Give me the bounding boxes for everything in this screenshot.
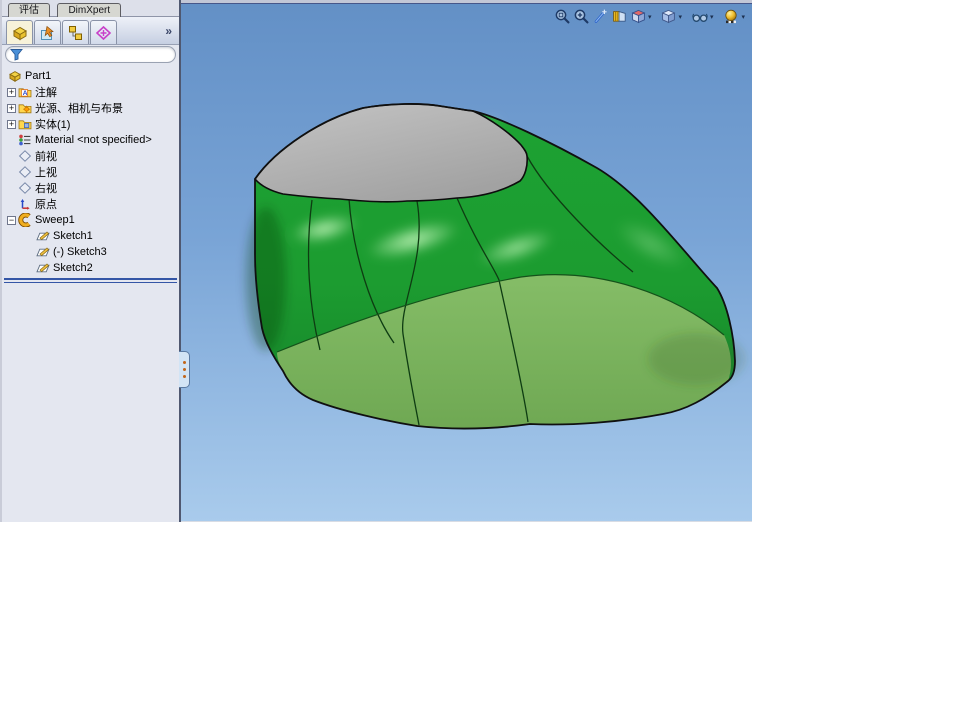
sweep-feature-icon [18, 213, 31, 227]
tree-item-part1[interactable]: Part1 [2, 68, 179, 84]
expand-plus-box[interactable]: + [7, 119, 16, 129]
tree-item-label: 原点 [35, 199, 57, 211]
annotations-folder-icon: A [18, 88, 32, 98]
edit-appearance-button[interactable]: ▾ [721, 8, 746, 25]
tree-item-label: Sketch1 [53, 230, 93, 242]
display-style-button[interactable]: ▾ [659, 8, 683, 25]
zoom-to-fit-icon [555, 9, 570, 24]
configurationmanager-icon [69, 25, 82, 40]
svg-text:A: A [23, 90, 28, 97]
tree-item-lights-cameras-scene[interactable]: + 光源、相机与布景 [2, 100, 179, 116]
graphics-viewport: ▾ ▾ ▾ ▾ [181, 3, 752, 522]
magic-wand-button[interactable] [591, 8, 610, 25]
tree-item-label: 前视 [35, 151, 57, 163]
tab-dimxpert[interactable]: DimXpert [57, 3, 122, 18]
eyeglasses-icon [692, 13, 708, 22]
expand-plus-box[interactable]: + [7, 87, 16, 97]
tree-item-sketch2[interactable]: Sketch2 [2, 260, 179, 276]
tree-item-label: (-) Sketch3 [53, 246, 107, 258]
sketch-icon [36, 231, 50, 241]
sketch-icon [36, 247, 50, 257]
material-icon [19, 134, 31, 146]
view-orientation-cube-icon [631, 9, 646, 24]
tree-item-label: Sweep1 [35, 214, 75, 226]
filter-funnel-icon [10, 49, 23, 61]
collapse-minus-box[interactable]: − [7, 215, 16, 225]
commandmanager-tab-strip: 评估 DimXpert [2, 0, 179, 18]
manager-tab-strip: » [2, 17, 179, 45]
tree-item-top-plane[interactable]: 上视 [2, 164, 179, 180]
filter-input[interactable] [23, 48, 169, 61]
sketch-icon [36, 263, 50, 273]
heads-up-view-toolbar: ▾ ▾ ▾ ▾ [553, 8, 746, 25]
model-sweep-solid[interactable] [246, 103, 744, 430]
solidworks-window: 评估 DimXpert » Part1 + A 注解 + 光源、相机与布景 + … [0, 0, 752, 522]
tree-item-label: 光源、相机与布景 [35, 103, 123, 115]
plane-icon [18, 150, 32, 162]
plane-icon [18, 166, 32, 178]
tab-dimxpertmanager[interactable] [90, 20, 117, 44]
lights-folder-icon [18, 104, 32, 114]
tree-item-material[interactable]: Material <not specified> [2, 132, 179, 148]
dimxpertmanager-icon [95, 25, 112, 40]
feature-panel: 评估 DimXpert » Part1 + A 注解 + 光源、相机与布景 + … [0, 0, 181, 522]
tree-item-solid-bodies[interactable]: + 实体(1) [2, 116, 179, 132]
expand-plus-box[interactable]: + [7, 103, 16, 113]
zoom-to-area-button[interactable] [572, 8, 591, 25]
section-view-button[interactable] [610, 8, 629, 25]
tree-item-label: Material <not specified> [35, 134, 152, 146]
zoom-to-area-icon [574, 9, 589, 24]
tree-item-label: 注解 [35, 87, 57, 99]
dropdown-caret: ▾ [741, 13, 745, 21]
plane-icon [18, 182, 32, 194]
tree-item-label: Sketch2 [53, 262, 93, 274]
tree-item-label: 上视 [35, 167, 57, 179]
tree-item-sketch1[interactable]: Sketch1 [2, 228, 179, 244]
tree-item-sketch3[interactable]: (-) Sketch3 [2, 244, 179, 260]
appearance-sphere-icon [725, 9, 738, 24]
tree-item-origin[interactable]: 原点 [2, 196, 179, 212]
propertymanager-icon [41, 25, 54, 40]
tree-item-label: 右视 [35, 183, 57, 195]
hide-show-items-button[interactable]: ▾ [690, 8, 715, 25]
dropdown-caret: ▾ [709, 13, 714, 21]
featuremanager-tree: Part1 + A 注解 + 光源、相机与布景 + 实体(1) Material… [2, 68, 179, 276]
zoom-to-fit-button[interactable] [553, 8, 572, 25]
magic-wand-icon [594, 9, 607, 23]
tab-featuremanager-tree[interactable] [6, 20, 33, 44]
panel-overflow-chevron[interactable]: » [165, 24, 172, 38]
tree-filter [5, 46, 176, 63]
dropdown-caret: ▾ [647, 13, 652, 21]
tree-item-front-plane[interactable]: 前视 [2, 148, 179, 164]
panel-splitter-handle[interactable] [179, 351, 190, 388]
solid-bodies-folder-icon [18, 120, 32, 130]
display-style-cube-icon [661, 9, 676, 24]
tab-evaluate[interactable]: 评估 [8, 3, 50, 18]
tab-propertymanager[interactable] [34, 20, 61, 44]
viewport-canvas[interactable] [181, 4, 752, 523]
part-icon [12, 26, 27, 40]
tree-item-annotations[interactable]: + A 注解 [2, 84, 179, 100]
part-icon [9, 71, 21, 82]
model-top-face[interactable] [253, 103, 528, 203]
tree-item-label: 实体(1) [35, 119, 71, 131]
tree-item-right-plane[interactable]: 右视 [2, 180, 179, 196]
tree-item-label: Part1 [25, 70, 52, 82]
rollback-bar[interactable] [4, 278, 177, 283]
section-view-icon [613, 11, 626, 22]
dropdown-caret: ▾ [678, 13, 682, 21]
origin-icon [20, 199, 30, 210]
tab-configurationmanager[interactable] [62, 20, 89, 44]
tree-item-sweep1[interactable]: − Sweep1 [2, 212, 179, 228]
view-orientation-button[interactable]: ▾ [629, 8, 653, 25]
filter-row [2, 45, 179, 65]
